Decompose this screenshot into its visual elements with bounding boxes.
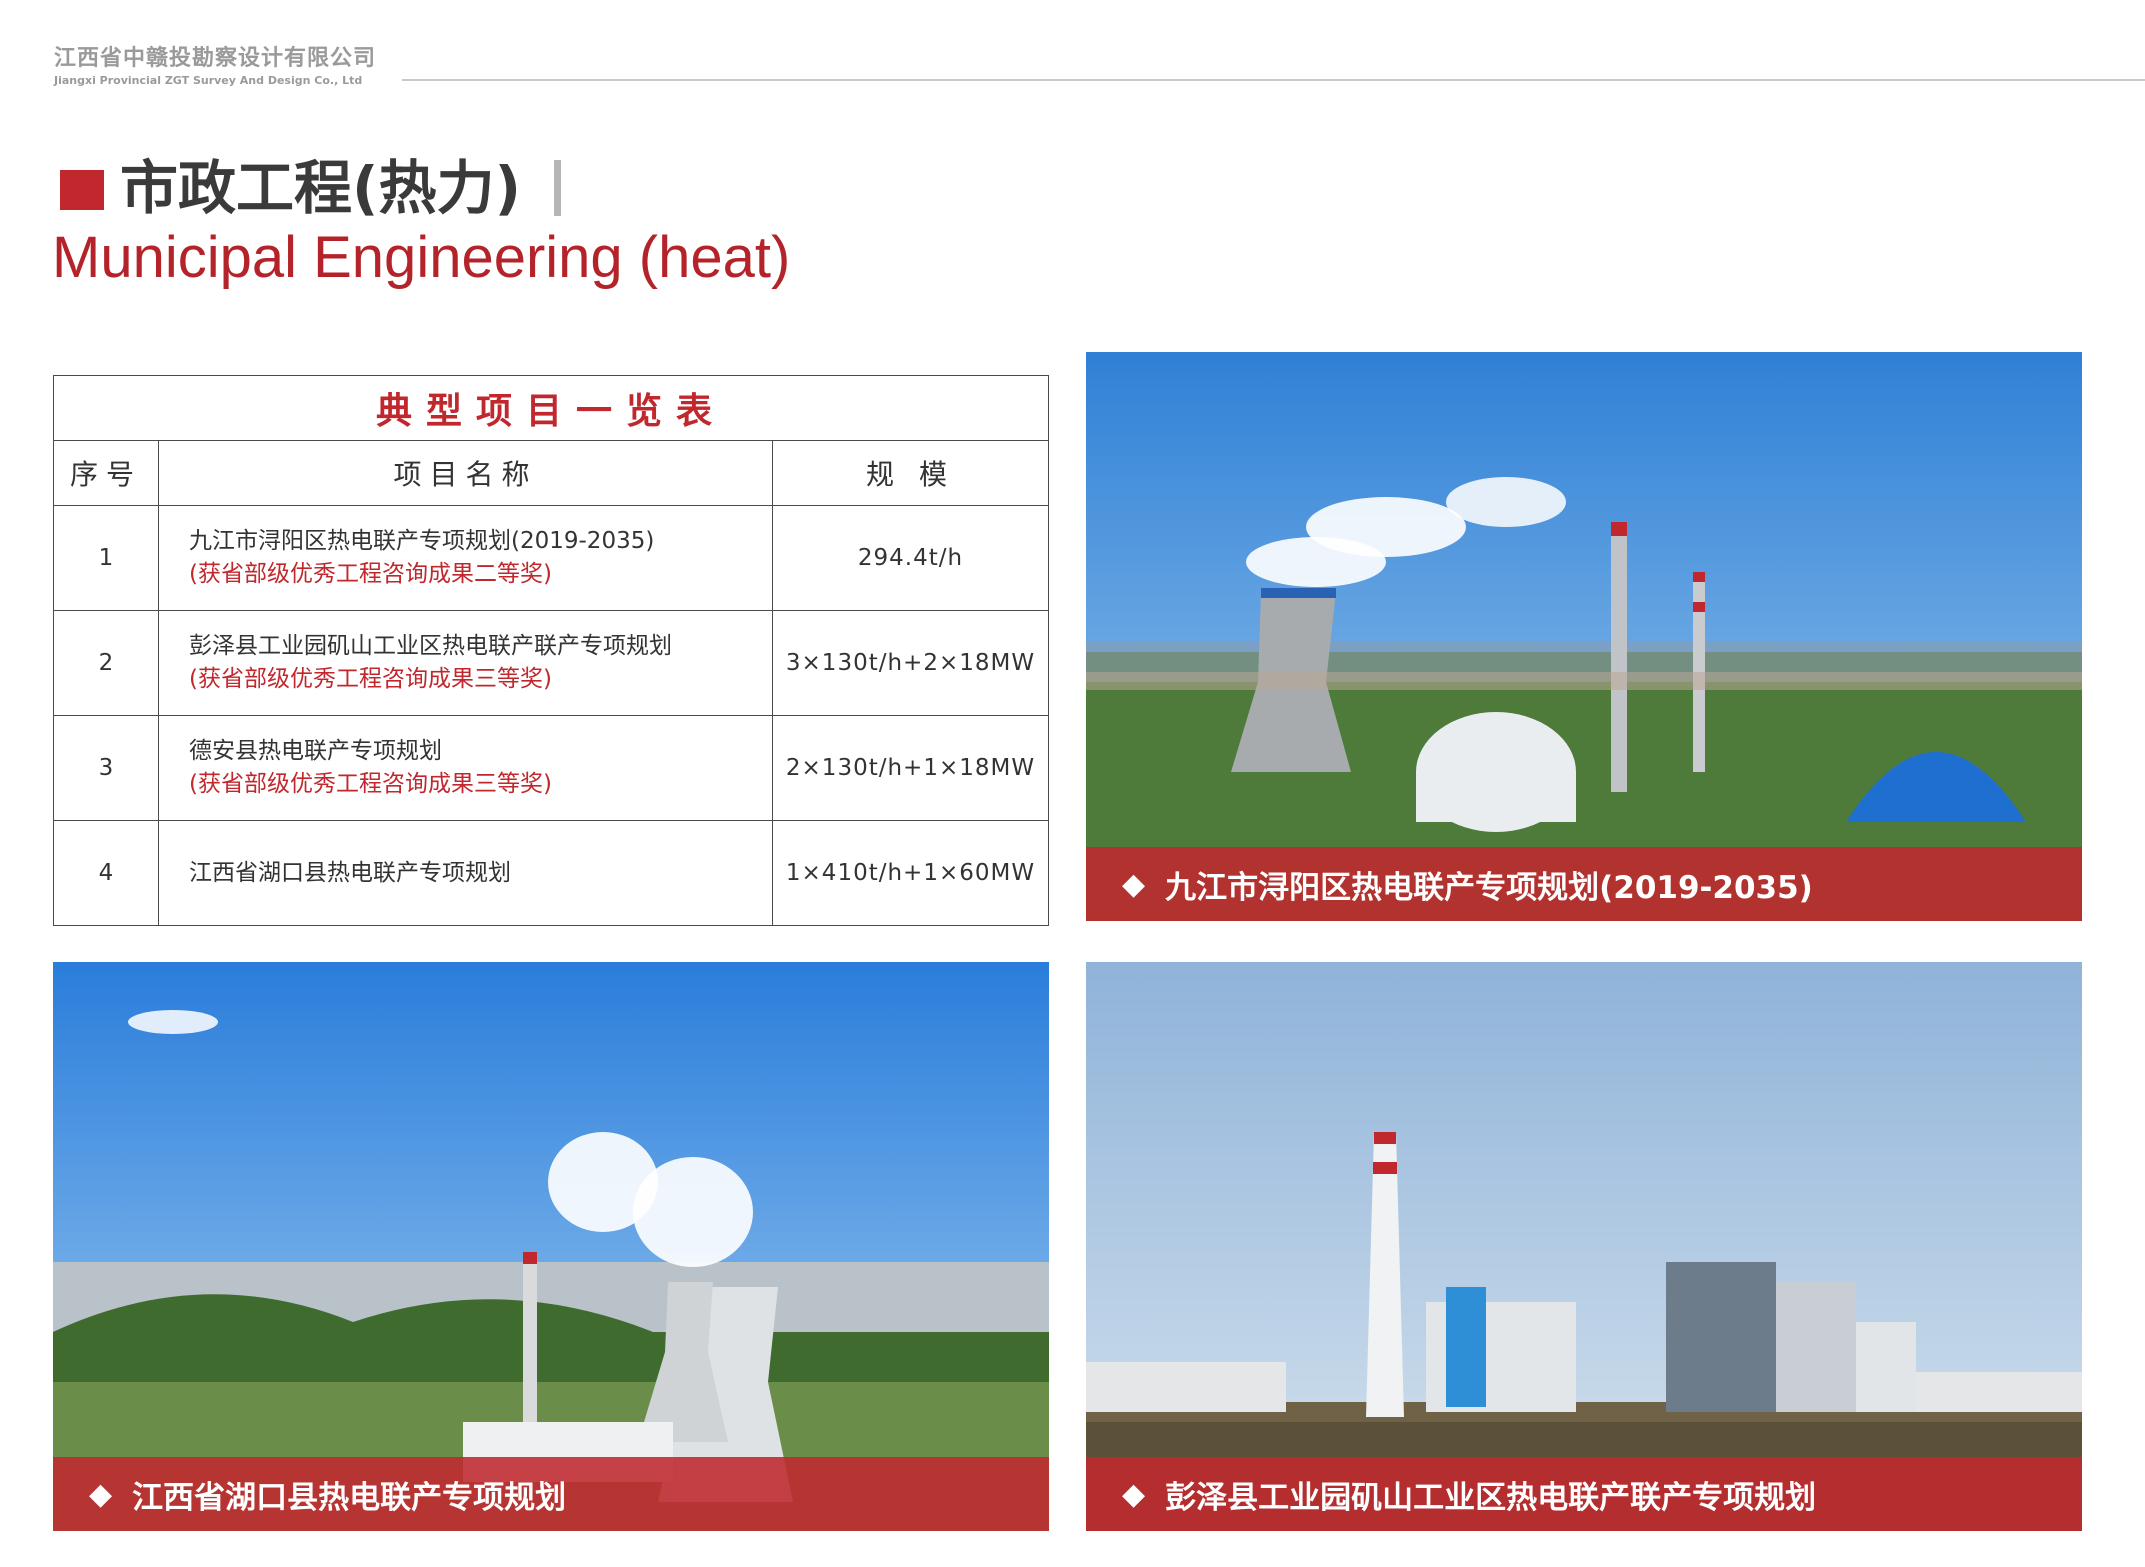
project-table: 典型项目一览表 序号 项目名称 规 模 1 九江市浔阳区热电联产专项规划(201… <box>53 375 1049 926</box>
page-title-en: Municipal Engineering (heat) <box>52 225 791 290</box>
row-seq: 2 <box>53 610 159 716</box>
row-seq: 3 <box>53 715 159 821</box>
caption-text: 九江市浔阳区热电联产专项规划(2019-2035) <box>1165 869 1813 906</box>
title-bar-marker <box>554 160 561 216</box>
diamond-icon: ◆ <box>1122 1476 1146 1512</box>
photo-jiujiang-illustration <box>1086 352 2082 921</box>
row-award: (获省部级优秀工程咨询成果三等奖) <box>189 666 552 692</box>
table-row: 2 彭泽县工业园矶山工业区热电联产联产专项规划 (获省部级优秀工程咨询成果三等奖… <box>53 610 1049 716</box>
caption-text: 江西省湖口县热电联产专项规划 <box>132 1479 567 1516</box>
row-scale: 1×410t/h+1×60MW <box>772 820 1049 926</box>
row-name-cell: 江西省湖口县热电联产专项规划 <box>158 820 773 926</box>
header-name: 项目名称 <box>158 440 773 506</box>
row-seq: 1 <box>53 505 159 611</box>
row-award: (获省部级优秀工程咨询成果三等奖) <box>189 771 552 797</box>
photo-caption: ◆ 彭泽县工业园矶山工业区热电联产联产专项规划 <box>1086 1457 2082 1531</box>
row-scale: 294.4t/h <box>772 505 1049 611</box>
photo-caption: ◆ 江西省湖口县热电联产专项规划 <box>53 1457 1049 1531</box>
header-scale: 规 模 <box>772 440 1049 506</box>
photo-caption: ◆ 九江市浔阳区热电联产专项规划(2019-2035) <box>1086 847 2082 921</box>
row-name: 江西省湖口县热电联产专项规划 <box>189 859 511 886</box>
table-row: 4 江西省湖口县热电联产专项规划 1×410t/h+1×60MW <box>53 820 1049 926</box>
caption-text: 彭泽县工业园矶山工业区热电联产联产专项规划 <box>1165 1479 1817 1516</box>
table-row: 1 九江市浔阳区热电联产专项规划(2019-2035) (获省部级优秀工程咨询成… <box>53 505 1049 611</box>
row-name-cell: 德安县热电联产专项规划 (获省部级优秀工程咨询成果三等奖) <box>158 715 773 821</box>
photo-jiujiang-plant: ◆ 九江市浔阳区热电联产专项规划(2019-2035) <box>1086 352 2082 921</box>
page-title-cn: 市政工程(热力) <box>120 154 522 222</box>
row-name: 彭泽县工业园矶山工业区热电联产联产专项规划 <box>189 633 672 659</box>
photo-hukou-plant: ◆ 江西省湖口县热电联产专项规划 <box>53 962 1049 1531</box>
header-divider <box>402 79 2145 81</box>
table-header-row: 序号 项目名称 规 模 <box>53 440 1049 506</box>
table-row: 3 德安县热电联产专项规划 (获省部级优秀工程咨询成果三等奖) 2×130t/h… <box>53 715 1049 821</box>
row-name-cell: 九江市浔阳区热电联产专项规划(2019-2035) (获省部级优秀工程咨询成果二… <box>158 505 773 611</box>
row-scale: 2×130t/h+1×18MW <box>772 715 1049 821</box>
photo-pengze-illustration <box>1086 962 2082 1531</box>
company-name-en: Jiangxi Provincial ZGT Survey And Design… <box>54 74 363 87</box>
row-seq: 4 <box>53 820 159 926</box>
title-square-marker <box>60 170 104 210</box>
diamond-icon: ◆ <box>1122 866 1146 902</box>
header-seq: 序号 <box>53 440 159 506</box>
company-header: 江西省中赣投勘察设计有限公司 Jiangxi Provincial ZGT Su… <box>54 46 376 88</box>
row-name-cell: 彭泽县工业园矶山工业区热电联产联产专项规划 (获省部级优秀工程咨询成果三等奖) <box>158 610 773 716</box>
row-name: 九江市浔阳区热电联产专项规划(2019-2035) <box>189 528 655 554</box>
diamond-icon: ◆ <box>89 1476 113 1512</box>
row-scale: 3×130t/h+2×18MW <box>772 610 1049 716</box>
photo-pengze-plant: ◆ 彭泽县工业园矶山工业区热电联产联产专项规划 <box>1086 962 2082 1531</box>
row-award: (获省部级优秀工程咨询成果二等奖) <box>189 561 552 587</box>
row-name: 德安县热电联产专项规划 <box>189 738 442 764</box>
company-name-cn: 江西省中赣投勘察设计有限公司 <box>54 46 377 71</box>
photo-hukou-illustration <box>53 962 1049 1531</box>
table-title: 典型项目一览表 <box>53 375 1049 441</box>
